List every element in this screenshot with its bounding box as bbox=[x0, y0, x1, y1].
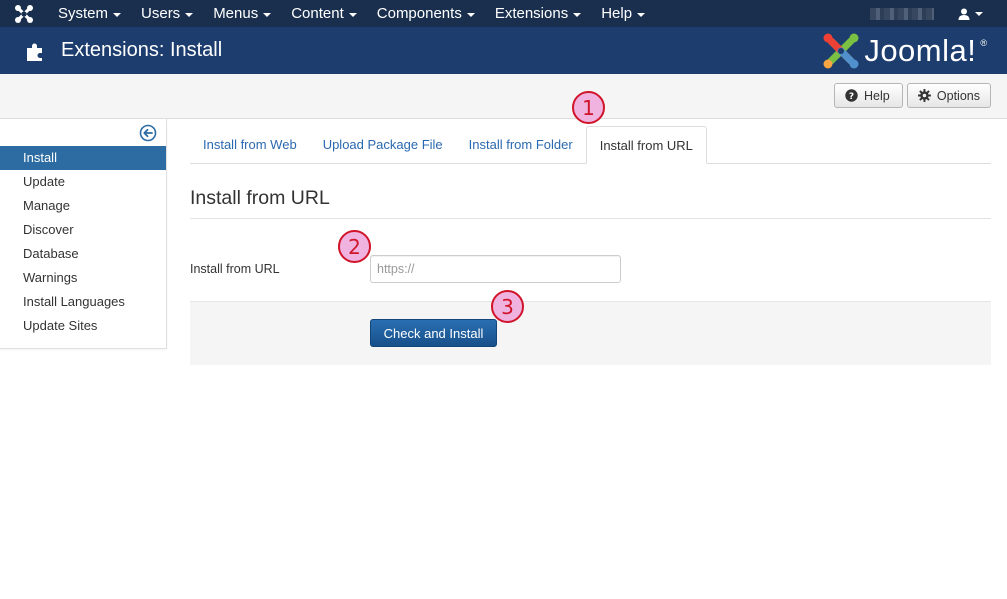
menu-system[interactable]: System bbox=[48, 0, 131, 27]
section-heading: Install from URL bbox=[190, 187, 330, 209]
tab-install-from-url[interactable]: Install from URL bbox=[585, 126, 707, 164]
menu-label: Content bbox=[291, 5, 344, 22]
menu-extensions[interactable]: Extensions bbox=[485, 0, 591, 27]
divider bbox=[190, 218, 991, 219]
sidebar-item-manage[interactable]: Manage bbox=[0, 194, 166, 218]
menu-label: Menus bbox=[213, 5, 259, 22]
page-title: Extensions: Install bbox=[61, 39, 223, 61]
url-field-label: Install from URL bbox=[190, 262, 280, 276]
caret-down-icon bbox=[975, 11, 983, 16]
menu-label: Users bbox=[141, 5, 181, 22]
sidebar-item-update-sites[interactable]: Update Sites bbox=[0, 314, 166, 338]
sidebar-item-warnings[interactable]: Warnings bbox=[0, 266, 166, 290]
tab-install-from-web[interactable]: Install from Web bbox=[190, 126, 310, 163]
tab-upload-package-file[interactable]: Upload Package File bbox=[310, 126, 456, 163]
sidebar-item-database[interactable]: Database bbox=[0, 242, 166, 266]
user-menu[interactable] bbox=[958, 8, 983, 20]
sidebar-item-install-languages[interactable]: Install Languages bbox=[0, 290, 166, 314]
sidebar: Install Update Manage Discover Database … bbox=[0, 119, 167, 349]
options-label: Options bbox=[936, 88, 980, 103]
caret-down-icon bbox=[637, 12, 646, 17]
caret-down-icon bbox=[263, 12, 272, 17]
step-marker-1: 1 bbox=[572, 91, 605, 124]
url-input[interactable] bbox=[370, 255, 621, 283]
question-circle-icon: ? bbox=[845, 89, 858, 102]
gear-icon bbox=[918, 89, 931, 102]
user-icon bbox=[958, 8, 970, 20]
joomla-brand-icon bbox=[823, 33, 859, 69]
install-tabs: Install from Web Upload Package File Ins… bbox=[190, 126, 991, 164]
form-actions bbox=[190, 301, 991, 365]
site-name-redacted[interactable] bbox=[870, 7, 934, 20]
sidebar-item-install[interactable]: Install bbox=[0, 146, 166, 170]
caret-down-icon bbox=[466, 12, 475, 17]
menu-users[interactable]: Users bbox=[131, 0, 203, 27]
tab-install-from-folder[interactable]: Install from Folder bbox=[456, 126, 586, 163]
menu-label: Help bbox=[601, 5, 633, 22]
help-button[interactable]: ? Help bbox=[834, 83, 903, 108]
toolbar: ? Help Options bbox=[0, 74, 1007, 119]
caret-down-icon bbox=[348, 12, 357, 17]
caret-down-icon bbox=[113, 12, 122, 17]
sidebar-item-discover[interactable]: Discover bbox=[0, 218, 166, 242]
menu-content[interactable]: Content bbox=[281, 0, 367, 27]
menu-label: Components bbox=[376, 5, 462, 22]
menu-label: Extensions bbox=[494, 5, 569, 22]
step-marker-2: 2 bbox=[338, 230, 371, 263]
registered-mark: ® bbox=[980, 38, 987, 48]
puzzle-icon bbox=[27, 43, 42, 61]
caret-down-icon bbox=[185, 12, 194, 17]
top-navbar: System Users Menus Content Components Ex… bbox=[0, 0, 1007, 27]
brand-wordmark: Joomla! bbox=[864, 33, 977, 68]
collapse-sidebar-icon[interactable] bbox=[139, 124, 157, 142]
help-label: Help bbox=[864, 88, 890, 103]
main-menu: System Users Menus Content Components Ex… bbox=[48, 0, 655, 27]
sidebar-menu: Install Update Manage Discover Database … bbox=[0, 146, 166, 338]
joomla-brand: Joomla! ® bbox=[822, 32, 987, 70]
menu-menus[interactable]: Menus bbox=[203, 0, 281, 27]
svg-text:?: ? bbox=[849, 92, 854, 102]
caret-down-icon bbox=[573, 12, 582, 17]
menu-components[interactable]: Components bbox=[367, 0, 485, 27]
page-header: Extensions: Install Joomla! ® bbox=[0, 27, 1007, 74]
check-and-install-button[interactable]: Check and Install bbox=[370, 319, 497, 347]
sidebar-item-update[interactable]: Update bbox=[0, 170, 166, 194]
menu-help[interactable]: Help bbox=[591, 0, 655, 27]
navbar-right bbox=[870, 0, 1007, 27]
step-marker-3: 3 bbox=[491, 290, 524, 323]
joomla-logo-icon[interactable] bbox=[0, 0, 48, 27]
options-button[interactable]: Options bbox=[907, 83, 991, 108]
menu-label: System bbox=[58, 5, 109, 22]
